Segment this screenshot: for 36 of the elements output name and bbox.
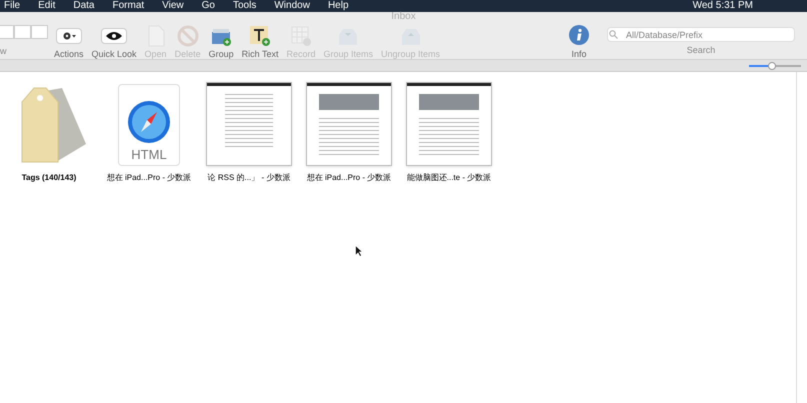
menu-item[interactable]: Help	[328, 1, 349, 11]
item-label[interactable]: 论 RSS 的...」 - 少数派	[208, 172, 290, 184]
item-label[interactable]: 能做脑图还...te - 少数派	[406, 172, 492, 184]
toolbar-label: Search	[686, 46, 716, 55]
menu-item[interactable]: Format	[112, 1, 144, 11]
view-mode-button[interactable]	[31, 25, 48, 39]
file-type-label: HTML	[131, 148, 167, 161]
eye-icon	[106, 31, 122, 41]
toolbar-button[interactable]: Actions	[52, 25, 86, 59]
toolbar-button[interactable]: Group	[206, 25, 236, 59]
toolbar-button[interactable]: Quick Look	[90, 25, 139, 59]
search-field[interactable]: All/Database/Prefix	[607, 27, 795, 42]
cursor-icon	[355, 245, 363, 257]
info-icon	[569, 25, 589, 45]
menu-item[interactable]: Tools	[233, 1, 256, 11]
info-button[interactable]: Info	[569, 25, 589, 59]
menu-item[interactable]: File	[4, 1, 20, 11]
toolbar-button[interactable]: Rich Text	[240, 25, 280, 59]
menu-item[interactable]: View	[162, 1, 184, 11]
item-label[interactable]: Tags (140/143)	[22, 172, 76, 184]
item-label[interactable]: 想在 iPad...Pro - 少数派	[306, 172, 392, 184]
toolbar-label: w	[0, 45, 6, 58]
menu-item[interactable]: Data	[73, 1, 94, 11]
grid-add-icon	[290, 25, 312, 47]
item-label[interactable]: 想在 iPad...Pro - 少数派	[106, 172, 192, 184]
menu-item[interactable]: Edit	[38, 1, 56, 11]
window-title: Inbox	[390, 12, 417, 22]
view-mode-button[interactable]	[0, 25, 14, 39]
clock: Wed 5:31 PM	[692, 1, 753, 11]
menu-item[interactable]: Go	[202, 1, 215, 11]
view-mode-button[interactable]	[14, 25, 31, 39]
compass-icon	[127, 100, 171, 144]
menu-item[interactable]: Window	[274, 1, 310, 11]
gear-icon	[60, 30, 77, 42]
text-add-icon	[249, 25, 272, 47]
prohibited-icon	[176, 25, 199, 47]
